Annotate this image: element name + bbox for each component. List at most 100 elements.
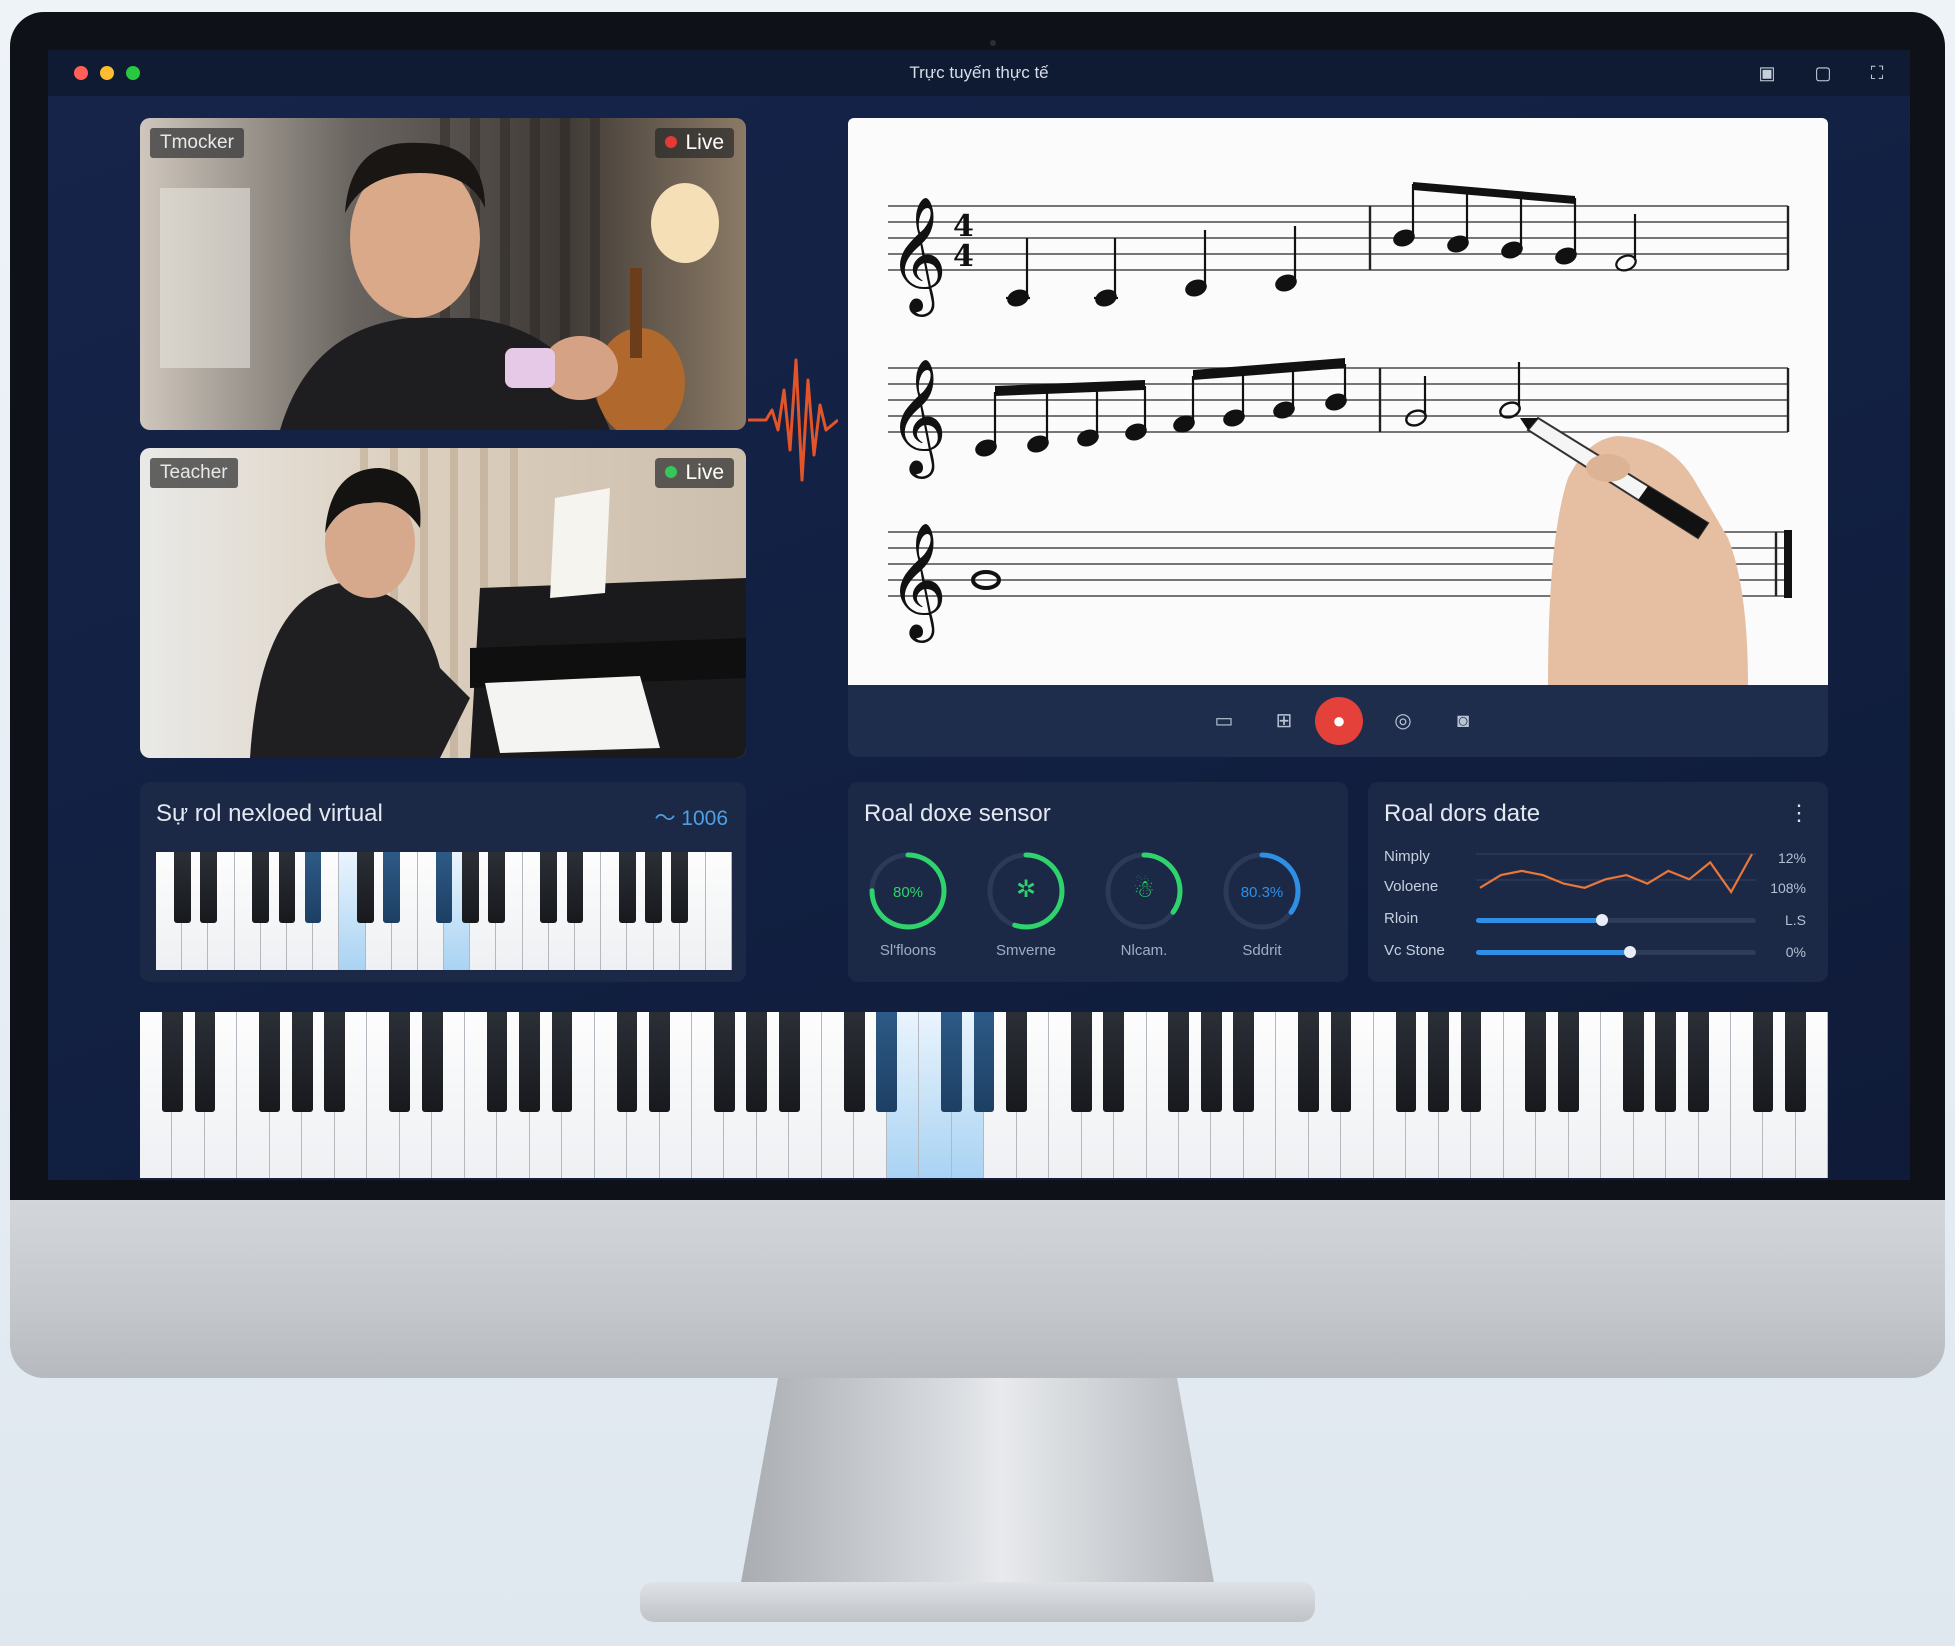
black-key[interactable]	[1460, 1012, 1482, 1112]
sheet-music-whiteboard[interactable]: 𝄞 𝄞 𝄞 4 4	[848, 118, 1828, 685]
slider-fill	[1476, 950, 1630, 955]
panel-title: Sự rol nexloed virtual	[156, 800, 383, 827]
camera-icon[interactable]: ◙	[1448, 706, 1478, 736]
black-key[interactable]	[713, 1012, 735, 1112]
black-key[interactable]	[357, 852, 374, 923]
svg-text:𝄞: 𝄞	[888, 195, 947, 317]
app-screen: Trực tuyến thực tế ▣ ▢ ⛶ Tmocker Live Te…	[48, 50, 1910, 1180]
live-label: Live	[685, 461, 724, 484]
black-key[interactable]	[566, 852, 584, 923]
monitor-chin	[10, 1200, 1945, 1378]
settings-icon[interactable]: ◎	[1388, 706, 1418, 736]
black-key[interactable]	[1103, 1012, 1125, 1112]
black-key[interactable]	[973, 1012, 995, 1112]
sensor-panel: Roal doxe sensor 80% Sl'floons ✲ Smverne ☃ Nl…	[848, 782, 1348, 982]
black-key[interactable]	[389, 1012, 411, 1112]
black-key[interactable]	[421, 1012, 443, 1112]
black-key[interactable]	[645, 852, 662, 923]
black-key[interactable]	[1233, 1012, 1255, 1112]
slider-fill	[1476, 918, 1602, 923]
black-key[interactable]	[540, 852, 558, 923]
data-value: 12%	[1777, 850, 1806, 866]
black-key[interactable]	[1622, 1012, 1644, 1112]
black-key[interactable]	[618, 852, 636, 923]
virtual-keyboard-panel: Sự rol nexloed virtual 〜 1006	[140, 782, 746, 982]
black-key[interactable]	[941, 1012, 962, 1112]
gauge-value: 80.3%	[1241, 884, 1284, 901]
black-key[interactable]	[616, 1012, 638, 1112]
black-key[interactable]	[487, 852, 505, 923]
black-key[interactable]	[778, 1012, 800, 1112]
black-key[interactable]	[1525, 1012, 1547, 1112]
black-key[interactable]	[1655, 1012, 1677, 1112]
slider-thumb[interactable]	[1624, 946, 1636, 958]
black-key[interactable]	[1557, 1012, 1579, 1112]
black-key[interactable]	[194, 1012, 216, 1112]
black-key[interactable]	[746, 1012, 768, 1112]
black-key[interactable]	[383, 852, 400, 923]
black-key[interactable]	[259, 1012, 281, 1112]
black-key[interactable]	[1330, 1012, 1352, 1112]
title-bar: Trực tuyến thực tế ▣ ▢ ⛶	[48, 50, 1910, 96]
data-value: L.S	[1784, 912, 1806, 928]
sensor-gauge: 80.3%	[1223, 852, 1301, 930]
black-key[interactable]	[252, 852, 270, 923]
gauge-label: Sl'floons	[879, 942, 937, 959]
black-key[interactable]	[1006, 1012, 1027, 1112]
video-tile-student[interactable]: Teacher Live	[140, 448, 746, 758]
tutor-video-feed	[140, 118, 746, 430]
piano-keyboard[interactable]	[140, 1012, 1829, 1178]
black-key[interactable]	[1395, 1012, 1417, 1112]
black-key[interactable]	[162, 1012, 183, 1112]
black-key[interactable]	[1200, 1012, 1222, 1112]
window-icon[interactable]: ▣	[1756, 62, 1778, 84]
svg-text:𝄞: 𝄞	[888, 521, 947, 643]
panel-title: Roal dors date	[1384, 800, 1541, 827]
sensor-gauge: ☃	[1105, 852, 1183, 930]
black-key[interactable]	[1298, 1012, 1319, 1112]
black-key[interactable]	[173, 852, 191, 923]
slider-track[interactable]	[1476, 914, 1756, 926]
black-key[interactable]	[551, 1012, 573, 1112]
slider-track[interactable]	[1476, 946, 1756, 958]
black-key[interactable]	[1428, 1012, 1449, 1112]
black-key[interactable]	[843, 1012, 865, 1112]
drawing-hand	[1520, 416, 1748, 685]
black-key[interactable]	[291, 1012, 313, 1112]
black-key[interactable]	[199, 852, 217, 923]
black-key[interactable]	[1785, 1012, 1806, 1112]
black-key[interactable]	[461, 852, 479, 923]
more-options-icon[interactable]: ⋮	[1788, 800, 1810, 826]
black-key[interactable]	[876, 1012, 897, 1112]
sensor-gauge: ✲	[987, 852, 1065, 930]
black-key[interactable]	[1752, 1012, 1774, 1112]
black-key[interactable]	[519, 1012, 540, 1112]
video-tile-tutor[interactable]: Tmocker Live	[140, 118, 746, 430]
data-value: 108%	[1770, 880, 1806, 896]
slider-thumb[interactable]	[1596, 914, 1608, 926]
black-key[interactable]	[324, 1012, 346, 1112]
black-key[interactable]	[648, 1012, 670, 1112]
figure-icon: ☃	[1133, 874, 1155, 903]
black-key[interactable]	[671, 852, 688, 923]
black-key[interactable]	[1687, 1012, 1709, 1112]
virtual-keyboard[interactable]	[156, 852, 733, 970]
black-key[interactable]	[486, 1012, 508, 1112]
grid-icon[interactable]: ⊞	[1269, 706, 1299, 736]
live-dot	[665, 136, 678, 148]
live-badge: Live	[655, 128, 734, 158]
black-key[interactable]	[1168, 1012, 1190, 1112]
black-key[interactable]	[278, 852, 296, 923]
white-key[interactable]	[705, 852, 733, 970]
gauge-label: Sddrit	[1242, 942, 1282, 959]
black-key[interactable]	[435, 852, 453, 923]
live-badge: Live	[655, 458, 734, 488]
record-icon[interactable]: ●	[1315, 697, 1363, 745]
data-panel: Roal dors date ⋮ Nimply Voloene Rloin Vc…	[1368, 782, 1828, 982]
fullscreen-icon[interactable]: ⛶	[1866, 62, 1888, 84]
screen-icon[interactable]: ▭	[1209, 706, 1239, 736]
black-key[interactable]	[1070, 1012, 1092, 1112]
sensor-gauge: 80%	[869, 852, 947, 930]
black-key[interactable]	[304, 852, 322, 923]
chat-icon[interactable]: ▢	[1812, 62, 1834, 84]
